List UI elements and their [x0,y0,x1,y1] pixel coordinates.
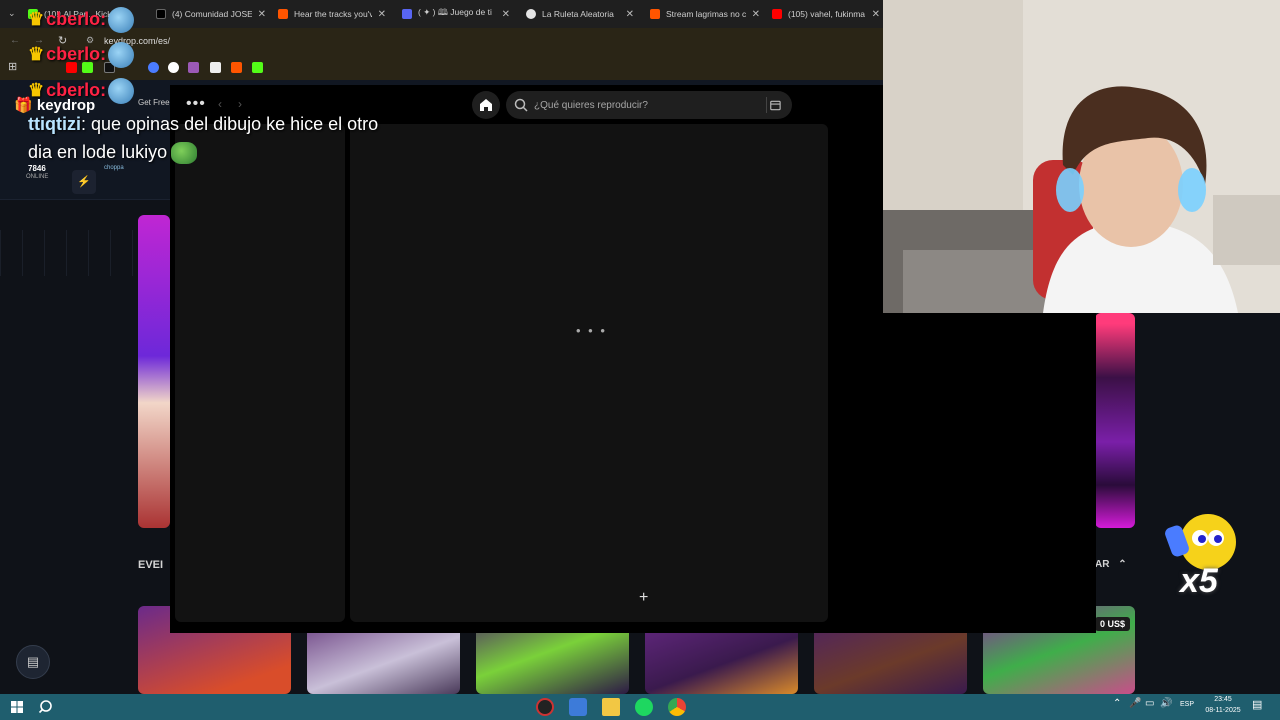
chevron-up-icon: ⌃ [1118,559,1127,570]
search-icon [514,98,528,112]
bookmark-icon[interactable] [188,62,199,73]
chat-message-continued: dia en lode lukiyo [28,142,198,165]
search-input[interactable] [534,91,754,119]
crown-icon: ♛ [28,79,45,100]
back-icon[interactable]: ← [10,35,20,46]
notifications-icon[interactable]: ▤ [1252,698,1262,711]
sort-toggle[interactable]: AR ⌃ [1095,559,1127,570]
close-icon[interactable]: ✕ [872,9,880,20]
chat-username: cberlo [46,43,101,64]
ticker-strip [0,230,135,276]
network-icon[interactable]: ▭ [1145,698,1154,709]
windows-start-icon[interactable] [8,698,26,716]
get-free-link[interactable]: Get Free [138,98,170,107]
chat-username: ttiqtizi [28,114,81,134]
language-indicator[interactable]: ESP [1180,701,1194,708]
obs-icon[interactable] [536,698,554,716]
spotify-icon[interactable] [635,698,653,716]
price-tag: 0 US$ [1095,617,1131,631]
crown-icon: ♛ [28,8,45,29]
tab-label: Stream lagrimas no c [666,9,746,19]
tab-list-chevron-icon[interactable]: ⌄ [8,8,16,19]
chat-colon: : [100,8,107,29]
events-heading: EVEI [138,559,164,571]
hero-banner-left[interactable] [138,215,170,528]
close-icon[interactable]: ✕ [258,9,266,20]
chat-message: ttiqtizi: que opinas del dibujo ke hice … [28,114,378,135]
apps-grid-icon[interactable]: ⊞ [8,60,17,73]
chat-colon: : [100,43,107,64]
chat-line: ♛ cberlo: [28,78,135,104]
forward-arrow-icon[interactable]: › [238,97,242,111]
soundcloud-icon [650,9,660,19]
browser-tab[interactable]: ( ✦ ) 🕮 Juego de ti ✕ [402,3,510,25]
online-count: 7846 [28,164,46,173]
close-icon[interactable]: ✕ [378,9,386,20]
bolt-icon[interactable]: ⚡ [72,170,96,194]
emote-icon [108,7,135,33]
home-button[interactable] [472,91,500,119]
library-panel [175,124,345,622]
sort-label: AR [1095,559,1110,570]
online-label: ONLINE [26,174,49,180]
home-icon [480,99,492,111]
search-bar[interactable] [506,91,792,119]
taskbar: ⌃ 🎤 ▭ 🔊 ▤ [0,694,1280,720]
close-icon[interactable]: ✕ [626,9,634,20]
choppa-label: choppa [104,165,124,171]
chrome-icon[interactable] [668,698,686,716]
chat-line: ♛ cberlo: [28,7,135,33]
youtube-icon [772,9,782,19]
chat-message-text: : que opinas del dibujo ke hice el otro [80,114,379,134]
browser-tab[interactable]: Stream lagrimas no c ✕ [650,3,760,25]
emote-icon [108,42,135,68]
chat-message-text: dia en lode lukiyo [28,142,168,162]
back-arrow-icon[interactable]: ‹ [218,97,222,111]
hero-banner-right[interactable] [1095,313,1135,528]
x-icon [156,9,166,19]
chat-colon: : [100,79,107,100]
search-icon[interactable] [38,698,56,716]
pepe-emote-icon [171,142,198,165]
clock-time[interactable]: 23:45 [1198,696,1248,703]
tab-label: Hear the tracks you've [294,9,372,19]
tab-label: (4) Comunidad JOSE [172,9,252,19]
tray-chevron-icon[interactable]: ⌃ [1113,698,1121,709]
wheel-icon [526,9,536,19]
plus-cursor-icon: + [639,589,649,606]
tab-label: (105) vahel, fukinma [788,9,866,19]
volume-icon[interactable]: 🔊 [1160,698,1172,709]
loading-indicator: • • • [576,323,607,338]
chat-username: cberlo [46,79,101,100]
soundcloud-bookmark-icon[interactable] [231,62,242,73]
more-options-button[interactable]: ••• [186,95,206,113]
close-icon[interactable]: ✕ [752,9,760,20]
clock-date[interactable]: 08-11-2025 [1198,707,1248,714]
browser-tab[interactable]: Hear the tracks you've ✕ [278,3,386,25]
discord-icon [402,9,412,19]
close-icon[interactable]: ✕ [502,9,510,20]
bookmark-icon[interactable] [168,62,179,73]
crown-icon: ♛ [28,43,45,64]
chat-icon[interactable]: ▤ [16,645,50,679]
webcam-feed [883,0,1280,313]
browse-icon[interactable] [766,97,782,113]
main-view-panel [350,124,828,622]
kick-bookmark-icon[interactable] [252,62,263,73]
chat-username: cberlo [46,8,101,29]
file-explorer-icon[interactable] [602,698,620,716]
multiplier-text: x5 [1180,562,1218,600]
browser-tab[interactable]: (105) vahel, fukinma ✕ [772,3,880,25]
store-icon[interactable] [569,698,587,716]
bookmark-icon[interactable] [210,62,221,73]
chat-line: ♛ cberlo: [28,42,135,68]
tab-label: La Ruleta Aleatoria [542,9,614,19]
browser-tab[interactable]: La Ruleta Aleatoria ✕ [526,3,634,25]
emote-icon [108,78,135,104]
soundcloud-icon [278,9,288,19]
bookmark-icon[interactable] [148,62,159,73]
tab-label: ( ✦ ) 🕮 Juego de ti [418,7,492,17]
browser-tab[interactable]: (4) Comunidad JOSE ✕ [156,3,266,25]
microphone-icon[interactable]: 🎤 [1129,698,1141,709]
